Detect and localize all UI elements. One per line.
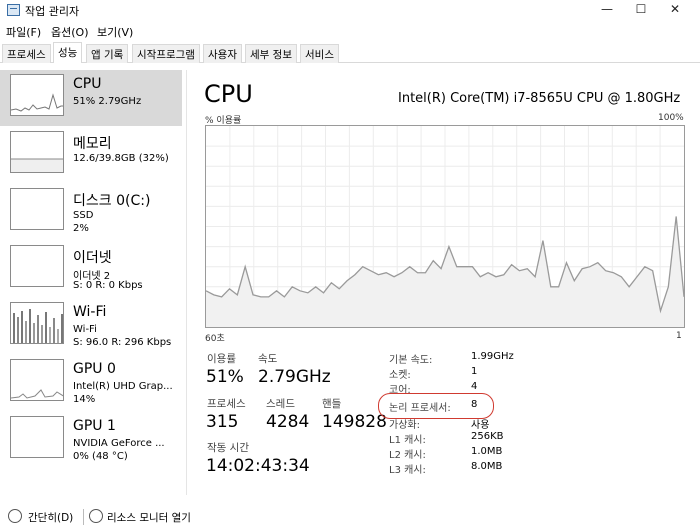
sidebar-item-cpu[interactable]: CPU 51% 2.79GHz — [0, 70, 182, 126]
open-resource-monitor-link[interactable]: 리소스 모니터 열기 — [107, 510, 191, 525]
sidebar-item-title: GPU 0 — [73, 361, 116, 377]
gpu1-thumbnail-graph — [10, 416, 64, 458]
spec-sockets-value: 1 — [471, 366, 478, 377]
resource-monitor-icon[interactable] — [89, 509, 103, 523]
sidebar-item-detail-2: 14% — [73, 394, 96, 405]
graph-max-label: 100% — [658, 113, 684, 123]
speed-value: 2.79GHz — [258, 367, 331, 387]
spec-l3-cache-label: L3 캐시: — [389, 465, 426, 476]
utilization-label: 이용률 — [207, 353, 236, 365]
sidebar-item-detail-2: S: 96.0 R: 296 Kbps — [73, 337, 172, 348]
menu-view[interactable]: 보기(V) — [97, 24, 133, 40]
sidebar-item-detail: 51% 2.79GHz — [73, 96, 142, 107]
task-manager-icon — [7, 4, 20, 16]
sidebar-item-gpu0[interactable]: GPU 0 Intel(R) UHD Grap... 14% — [0, 355, 182, 411]
handles-value: 149828 — [322, 412, 387, 432]
sidebar-item-memory[interactable]: 메모리 12.6/39.8GB (32%) — [0, 127, 182, 183]
speed-label: 속도 — [258, 353, 278, 365]
sidebar-item-ethernet[interactable]: 이더넷 이더넷 2 S: 0 R: 0 Kbps — [0, 241, 182, 297]
cpu-usage-svg — [205, 126, 685, 327]
disk-thumbnail-graph — [10, 188, 64, 230]
wifi-thumbnail-graph — [10, 302, 64, 344]
spec-l2-cache-value: 1.0MB — [471, 446, 503, 457]
tab-app-history[interactable]: 앱 기록 — [86, 44, 129, 63]
cpu-usage-graph — [205, 125, 685, 328]
graph-time-label: 60초 — [205, 334, 225, 344]
utilization-value: 51% — [206, 367, 244, 387]
uptime-value: 14:02:43:34 — [206, 456, 310, 476]
spec-l3-cache-value: 8.0MB — [471, 461, 503, 472]
sidebar-item-title: 이더넷 — [73, 250, 112, 266]
uptime-label: 작동 시간 — [207, 442, 249, 454]
graph-end-label: 1 — [676, 331, 682, 341]
handles-label: 핸들 — [322, 398, 342, 410]
sidebar-item-detail-2: 2% — [73, 223, 89, 234]
logical-processors-highlight — [378, 393, 494, 419]
close-button[interactable]: ✕ — [652, 0, 698, 20]
sidebar-item-title: GPU 1 — [73, 418, 116, 434]
spec-l2-cache-label: L2 캐시: — [389, 450, 426, 461]
sidebar-item-detail: SSD — [73, 210, 94, 221]
collapse-chevron-icon[interactable] — [8, 509, 22, 523]
fewer-details-button[interactable]: 간단히(D) — [28, 510, 73, 525]
sidebar-item-gpu1[interactable]: GPU 1 NVIDIA GeForce ... 0% (48 °C) — [0, 412, 182, 468]
sidebar-item-title: CPU — [73, 76, 102, 92]
tab-processes[interactable]: 프로세스 — [2, 44, 51, 63]
processes-label: 프로세스 — [207, 398, 246, 410]
tab-services[interactable]: 서비스 — [300, 44, 339, 63]
spec-l1-cache-value: 256KB — [471, 431, 504, 442]
tab-users[interactable]: 사용자 — [203, 44, 242, 63]
tab-details[interactable]: 세부 정보 — [245, 44, 297, 63]
panel-divider — [186, 70, 187, 495]
threads-value: 4284 — [266, 412, 310, 432]
spec-l1-cache-label: L1 캐시: — [389, 435, 426, 446]
sidebar-item-detail-2: S: 0 R: 0 Kbps — [73, 280, 143, 291]
processes-value: 315 — [206, 412, 239, 432]
sidebar-item-title: 디스크 0(C:) — [73, 193, 151, 209]
threads-label: 스레드 — [266, 398, 295, 410]
sidebar-item-title: Wi-Fi — [73, 304, 107, 320]
tab-performance[interactable]: 성능 — [53, 42, 83, 63]
gpu0-thumbnail-graph — [10, 359, 64, 401]
menu-file[interactable]: 파일(F) — [6, 24, 41, 40]
window-title: 작업 관리자 — [25, 5, 80, 18]
cpu-thumbnail-graph — [10, 74, 64, 116]
sidebar-item-disk[interactable]: 디스크 0(C:) SSD 2% — [0, 184, 182, 240]
sidebar-item-detail: NVIDIA GeForce ... — [73, 438, 165, 449]
spec-cores-value: 4 — [471, 381, 478, 392]
footer-bar: 간단히(D) 리소스 모니터 열기 — [0, 502, 700, 532]
menu-options[interactable]: 옵션(O) — [51, 24, 88, 40]
spec-base-speed-label: 기본 속도: — [389, 355, 433, 366]
spec-sockets-label: 소켓: — [389, 370, 411, 381]
sidebar-item-detail: Wi-Fi — [73, 324, 97, 335]
title-bar: 작업 관리자 — ☐ ✕ — [0, 0, 700, 20]
cpu-model-name: Intel(R) Core(TM) i7-8565U CPU @ 1.80GHz — [398, 91, 681, 106]
tab-startup[interactable]: 시작프로그램 — [132, 44, 200, 63]
resource-sidebar: CPU 51% 2.79GHz 메모리 12.6/39.8GB (32%) 디스… — [0, 70, 182, 495]
memory-thumbnail-graph — [10, 131, 64, 173]
page-title: CPU — [204, 80, 253, 108]
ethernet-thumbnail-graph — [10, 245, 64, 287]
sidebar-item-detail: 12.6/39.8GB (32%) — [73, 153, 169, 164]
sidebar-item-wifi[interactable]: Wi-Fi Wi-Fi S: 96.0 R: 296 Kbps — [0, 298, 182, 354]
sidebar-item-title: 메모리 — [73, 136, 112, 152]
spec-base-speed-value: 1.99GHz — [471, 351, 514, 362]
sidebar-item-detail-2: 0% (48 °C) — [73, 451, 128, 462]
sidebar-item-detail: Intel(R) UHD Grap... — [73, 381, 173, 392]
tab-strip: 프로세스 성능 앱 기록 시작프로그램 사용자 세부 정보 서비스 — [0, 42, 700, 63]
footer-separator — [83, 509, 84, 525]
